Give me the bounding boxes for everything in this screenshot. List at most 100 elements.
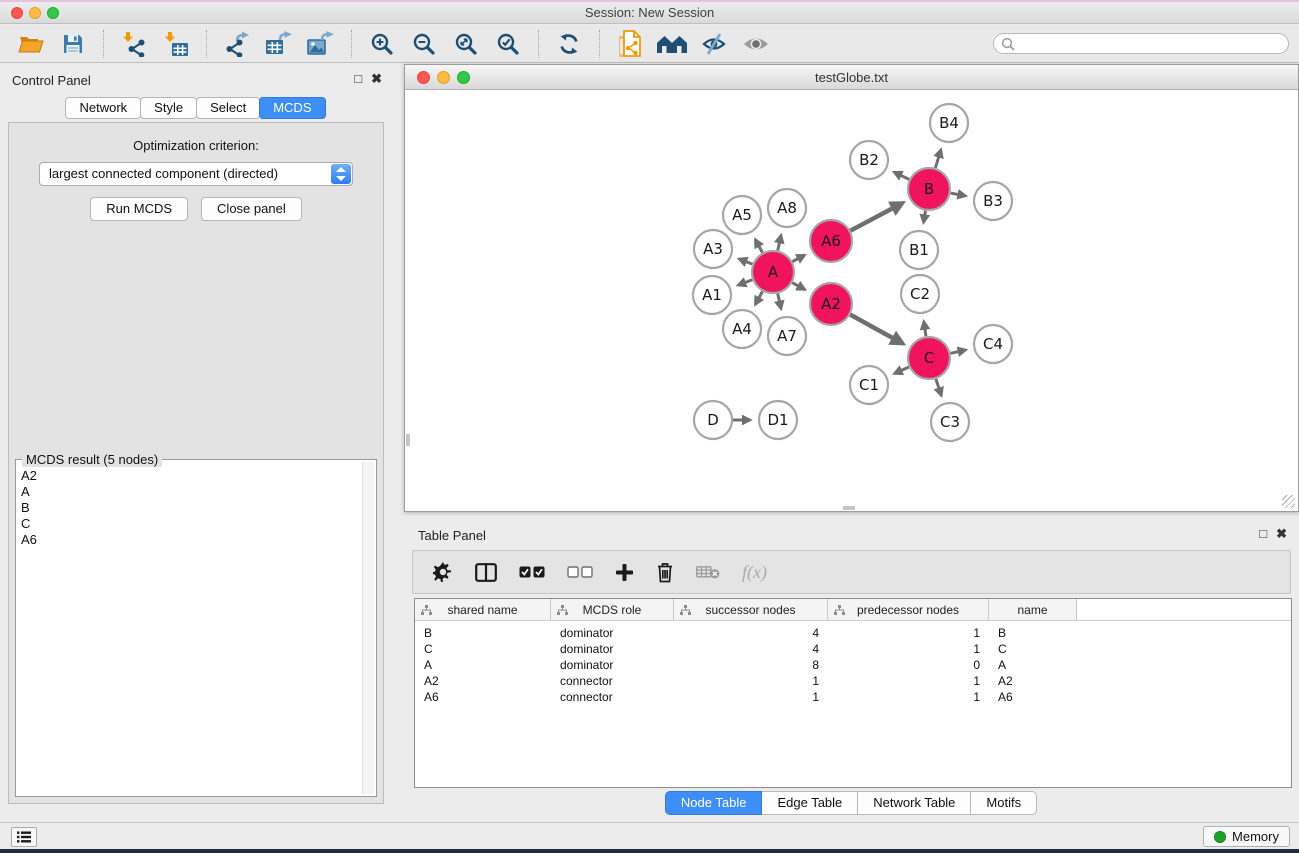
graph-node-D1[interactable]: D1 bbox=[759, 401, 797, 439]
tab-network[interactable]: Network bbox=[65, 97, 141, 119]
network-graph[interactable]: B4B2BB3A8A5A6A3B1AA1C2A2A4A7C4CC1C3DD1 bbox=[406, 91, 1297, 510]
graph-node-C3[interactable]: C3 bbox=[931, 403, 969, 441]
result-item[interactable]: A bbox=[21, 484, 376, 500]
graph-node-B[interactable]: B bbox=[908, 168, 950, 210]
graph-edge-A-A5[interactable] bbox=[755, 240, 762, 253]
table-row[interactable]: A6connector11A6 bbox=[415, 689, 1291, 705]
app-titlebar[interactable]: Session: New Session bbox=[0, 2, 1299, 24]
graph-edge-B-B4[interactable] bbox=[935, 150, 940, 168]
network-close-button[interactable] bbox=[417, 71, 430, 84]
table-row[interactable]: A2connector11A2 bbox=[415, 673, 1291, 689]
add-column-icon[interactable] bbox=[615, 563, 634, 582]
graph-node-D[interactable]: D bbox=[694, 401, 732, 439]
result-item[interactable]: A2 bbox=[21, 468, 376, 484]
graph-edge-C-C2[interactable] bbox=[924, 322, 926, 336]
table-row[interactable]: Cdominator41C bbox=[415, 641, 1291, 657]
result-item[interactable]: B bbox=[21, 500, 376, 516]
float-panel-icon[interactable]: □ bbox=[354, 72, 362, 86]
graph-edge-A-A7[interactable] bbox=[778, 293, 781, 308]
select-all-checkboxes-icon[interactable] bbox=[519, 566, 545, 578]
table-row[interactable]: Bdominator41B bbox=[415, 625, 1291, 641]
network-from-file-icon[interactable] bbox=[612, 29, 648, 59]
search-input[interactable] bbox=[1015, 35, 1288, 52]
home-icon[interactable] bbox=[654, 29, 690, 59]
column-header-name[interactable]: name bbox=[989, 599, 1077, 620]
delete-table-icon[interactable] bbox=[696, 565, 720, 579]
close-window-button[interactable] bbox=[11, 7, 23, 19]
tab-style[interactable]: Style bbox=[140, 97, 197, 119]
graph-node-B3[interactable]: B3 bbox=[974, 182, 1012, 220]
graph-edge-A6-B[interactable] bbox=[850, 203, 902, 231]
delete-column-icon[interactable] bbox=[656, 562, 674, 583]
graph-node-C[interactable]: C bbox=[908, 337, 950, 379]
close-panel-button[interactable]: Close panel bbox=[201, 197, 302, 221]
network-canvas[interactable]: B4B2BB3A8A5A6A3B1AA1C2A2A4A7C4CC1C3DD1 bbox=[406, 91, 1297, 510]
table-row[interactable]: Adominator80A bbox=[415, 657, 1291, 673]
export-image-icon[interactable] bbox=[303, 29, 339, 59]
graph-node-B2[interactable]: B2 bbox=[850, 141, 888, 179]
graph-node-A8[interactable]: A8 bbox=[768, 189, 806, 227]
hide-graphics-details-icon[interactable] bbox=[696, 29, 732, 59]
graph-node-A[interactable]: A bbox=[752, 251, 794, 293]
memory-button[interactable]: Memory bbox=[1203, 826, 1290, 847]
graph-edge-B-B1[interactable] bbox=[924, 211, 926, 223]
graph-node-A7[interactable]: A7 bbox=[768, 317, 806, 355]
result-item[interactable]: A6 bbox=[21, 532, 376, 548]
show-graphics-details-icon[interactable] bbox=[738, 29, 774, 59]
graph-edge-C-C4[interactable] bbox=[950, 350, 965, 353]
import-table-icon[interactable] bbox=[158, 29, 194, 59]
graph-node-C2[interactable]: C2 bbox=[901, 275, 939, 313]
export-network-icon[interactable] bbox=[219, 29, 255, 59]
refresh-icon[interactable] bbox=[551, 29, 587, 59]
graph-edge-C-C3[interactable] bbox=[936, 379, 941, 395]
zoom-fit-icon[interactable] bbox=[448, 29, 484, 59]
tab-edge-table[interactable]: Edge Table bbox=[761, 791, 858, 815]
graph-edge-C-C1[interactable] bbox=[895, 367, 909, 373]
deselect-all-checkboxes-icon[interactable] bbox=[567, 566, 593, 578]
graph-node-A6[interactable]: A6 bbox=[810, 220, 852, 262]
settings-icon[interactable] bbox=[433, 562, 453, 582]
resize-grip[interactable] bbox=[1282, 495, 1295, 508]
column-header-shared-name[interactable]: shared name bbox=[415, 599, 551, 620]
tab-select[interactable]: Select bbox=[196, 97, 260, 119]
close-table-panel-icon[interactable]: ✖ bbox=[1276, 527, 1287, 541]
run-mcds-button[interactable]: Run MCDS bbox=[90, 197, 188, 221]
tab-node-table[interactable]: Node Table bbox=[665, 791, 763, 815]
network-minimize-button[interactable] bbox=[437, 71, 450, 84]
column-header-predecessor-nodes[interactable]: predecessor nodes bbox=[828, 599, 989, 620]
graph-node-A2[interactable]: A2 bbox=[810, 283, 852, 325]
maximize-window-button[interactable] bbox=[47, 7, 59, 19]
graph-node-A3[interactable]: A3 bbox=[694, 230, 732, 268]
function-builder-icon[interactable]: f(x) bbox=[742, 562, 767, 583]
tab-motifs[interactable]: Motifs bbox=[970, 791, 1037, 815]
graph-node-A4[interactable]: A4 bbox=[723, 310, 761, 348]
graph-edge-A-A1[interactable] bbox=[738, 280, 752, 285]
column-selector-icon[interactable] bbox=[475, 563, 497, 582]
graph-edge-A2-C[interactable] bbox=[850, 315, 902, 344]
tab-network-table[interactable]: Network Table bbox=[857, 791, 971, 815]
horizontal-scroll-thumb[interactable] bbox=[843, 506, 855, 510]
graph-node-C4[interactable]: C4 bbox=[974, 325, 1012, 363]
import-network-icon[interactable] bbox=[116, 29, 152, 59]
graph-node-C1[interactable]: C1 bbox=[850, 366, 888, 404]
zoom-selected-icon[interactable] bbox=[490, 29, 526, 59]
graph-edge-A-A2[interactable] bbox=[792, 283, 804, 290]
zoom-out-icon[interactable] bbox=[406, 29, 442, 59]
result-scrollbar[interactable] bbox=[362, 462, 374, 794]
graph-edge-A-A3[interactable] bbox=[739, 259, 752, 264]
graph-edge-B-B3[interactable] bbox=[951, 193, 966, 196]
network-window-titlebar[interactable]: testGlobe.txt bbox=[405, 65, 1298, 90]
minimize-window-button[interactable] bbox=[29, 7, 41, 19]
open-session-icon[interactable] bbox=[13, 29, 49, 59]
vertical-scroll-thumb[interactable] bbox=[406, 434, 410, 446]
column-header-successor-nodes[interactable]: successor nodes bbox=[674, 599, 828, 620]
graph-node-B1[interactable]: B1 bbox=[900, 231, 938, 269]
task-history-icon[interactable] bbox=[11, 827, 37, 847]
tab-mcds[interactable]: MCDS bbox=[259, 97, 325, 119]
zoom-in-icon[interactable] bbox=[364, 29, 400, 59]
column-header-MCDS-role[interactable]: MCDS role bbox=[551, 599, 674, 620]
graph-edge-A-A8[interactable] bbox=[778, 235, 781, 250]
graph-node-B4[interactable]: B4 bbox=[930, 104, 968, 142]
search-box[interactable] bbox=[993, 33, 1289, 54]
graph-node-A5[interactable]: A5 bbox=[723, 196, 761, 234]
